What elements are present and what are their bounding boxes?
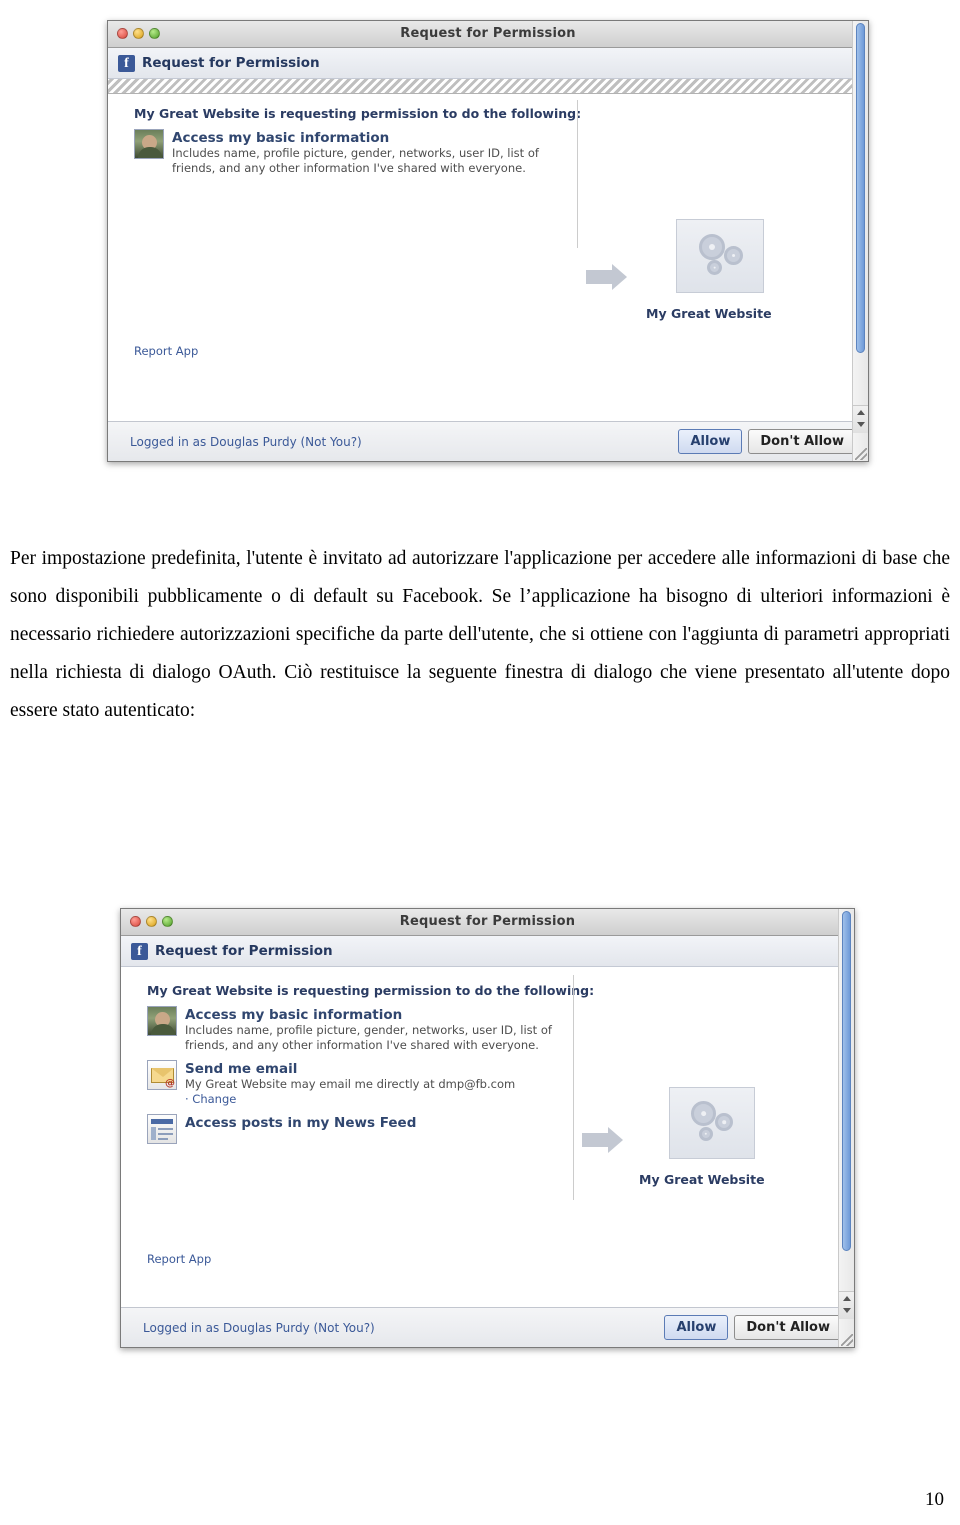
- scroll-arrows[interactable]: [838, 1291, 854, 1319]
- facebook-logo-icon: f: [131, 942, 148, 960]
- profile-photo-icon: [134, 129, 164, 159]
- zoom-window-icon[interactable]: [149, 28, 160, 39]
- vertical-scrollbar[interactable]: [838, 909, 854, 1347]
- permission-title: Access my basic information: [185, 1007, 403, 1023]
- dialog-body: My Great Website is requesting permissio…: [108, 94, 868, 437]
- dialog-heading: Request for Permission: [155, 943, 333, 959]
- news-feed-icon: [147, 1113, 177, 1144]
- logged-in-label[interactable]: Logged in as Douglas Purdy (Not You?): [143, 1321, 375, 1335]
- dialog-footer: Logged in as Douglas Purdy (Not You?) Al…: [108, 421, 868, 461]
- permission-title: Access posts in my News Feed: [185, 1114, 417, 1131]
- vertical-divider: [577, 100, 578, 248]
- paragraph-text: Per impostazione predefinita, l'utente è…: [10, 548, 950, 721]
- window-controls[interactable]: [117, 28, 160, 39]
- window-title: Request for Permission: [400, 26, 576, 41]
- close-window-icon[interactable]: [130, 916, 141, 927]
- window-controls[interactable]: [130, 916, 173, 927]
- dont-allow-button[interactable]: Don't Allow: [748, 429, 856, 454]
- scroll-up-icon[interactable]: [857, 410, 865, 415]
- gear-icon: [724, 246, 743, 265]
- minimize-window-icon[interactable]: [146, 916, 157, 927]
- app-name-label: My Great Website: [646, 306, 772, 321]
- scrollbar-thumb[interactable]: [842, 911, 851, 1251]
- permission-item[interactable]: Access my basic information Includes nam…: [108, 129, 868, 183]
- zoom-window-icon[interactable]: [162, 916, 173, 927]
- dialog-intro-text: My Great Website is requesting permissio…: [147, 983, 595, 998]
- dialog-heading: Request for Permission: [142, 55, 320, 71]
- close-window-icon[interactable]: [117, 28, 128, 39]
- gear-icon: [707, 260, 722, 275]
- permission-dialog-extended[interactable]: Request for Permission f Request for Per…: [120, 908, 855, 1348]
- permission-title: Send me email: [185, 1061, 298, 1077]
- change-email-link[interactable]: · Change: [185, 1092, 515, 1106]
- permission-item[interactable]: Access my basic information Includes nam…: [121, 1006, 854, 1060]
- envelope-icon: @: [147, 1060, 177, 1090]
- gear-icon: [691, 1101, 716, 1126]
- permission-description: Includes name, profile picture, gender, …: [172, 146, 539, 175]
- gear-icon: [699, 1127, 713, 1141]
- arrow-right-icon: [582, 1127, 624, 1153]
- gear-icon: [699, 234, 725, 260]
- arrow-right-icon: [586, 264, 628, 290]
- dialog-body: My Great Website is requesting permissio…: [121, 967, 854, 1321]
- resize-handle-icon[interactable]: [855, 448, 867, 460]
- window-titlebar[interactable]: Request for Permission: [108, 21, 868, 48]
- report-app-link[interactable]: Report App: [134, 344, 198, 358]
- body-paragraph: Per impostazione predefinita, l'utente è…: [10, 540, 950, 730]
- scroll-down-icon[interactable]: [857, 422, 865, 427]
- permission-dialog-basic[interactable]: Request for Permission f Request for Per…: [107, 20, 869, 462]
- app-thumbnail: [676, 219, 764, 293]
- permission-description: Includes name, profile picture, gender, …: [185, 1023, 552, 1052]
- dialog-intro-text: My Great Website is requesting permissio…: [134, 106, 582, 121]
- allow-button[interactable]: Allow: [664, 1315, 729, 1340]
- page-number: 10: [925, 1489, 944, 1510]
- allow-button[interactable]: Allow: [678, 429, 743, 454]
- facebook-header-bar: f Request for Permission: [108, 48, 868, 79]
- vertical-scrollbar[interactable]: [852, 21, 868, 461]
- scroll-arrows[interactable]: [852, 405, 868, 433]
- permission-title: Access my basic information: [172, 130, 390, 146]
- vertical-divider: [573, 975, 574, 1200]
- app-name-label: My Great Website: [639, 1172, 765, 1187]
- profile-photo-icon: [147, 1006, 177, 1036]
- facebook-logo-icon: f: [118, 54, 135, 72]
- dialog-footer: Logged in as Douglas Purdy (Not You?) Al…: [121, 1307, 854, 1347]
- minimize-window-icon[interactable]: [133, 28, 144, 39]
- scrollbar-thumb[interactable]: [856, 23, 865, 353]
- window-title: Request for Permission: [399, 914, 576, 929]
- window-titlebar[interactable]: Request for Permission: [121, 909, 854, 936]
- permission-description: My Great Website may email me directly a…: [185, 1077, 516, 1091]
- gear-icon: [715, 1113, 733, 1131]
- dont-allow-button[interactable]: Don't Allow: [734, 1315, 842, 1340]
- app-thumbnail: [669, 1087, 755, 1159]
- resize-handle-icon[interactable]: [841, 1334, 853, 1346]
- scroll-up-icon[interactable]: [843, 1296, 851, 1301]
- facebook-header-bar: f Request for Permission: [121, 936, 854, 967]
- report-app-link[interactable]: Report App: [147, 1252, 211, 1266]
- scroll-down-icon[interactable]: [843, 1308, 851, 1313]
- logged-in-label[interactable]: Logged in as Douglas Purdy (Not You?): [130, 435, 362, 449]
- loading-stripe-bar: [108, 79, 868, 94]
